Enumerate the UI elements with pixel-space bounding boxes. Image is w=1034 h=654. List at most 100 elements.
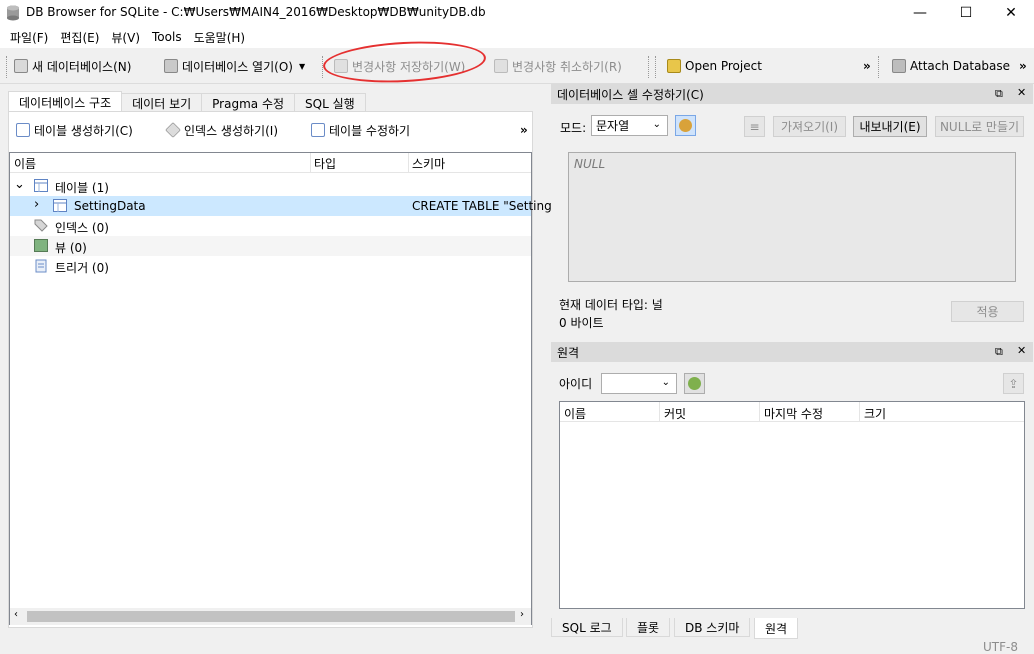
cell-size-text: 0 바이트	[559, 316, 604, 330]
column-header-type[interactable]: 타입	[314, 155, 336, 172]
column-divider	[859, 402, 860, 422]
column-header-size[interactable]: 크기	[864, 405, 886, 422]
create-index-label: 인덱스 생성하기(I)	[184, 123, 278, 138]
minimize-button[interactable]: —	[897, 0, 943, 26]
tab-plot[interactable]: 플롯	[626, 618, 671, 637]
column-header-name[interactable]: 이름	[14, 155, 36, 172]
open-project-label: Open Project	[685, 59, 762, 73]
identity-select[interactable]: ⌄	[601, 373, 677, 394]
tab-remote[interactable]: 원격	[754, 618, 799, 639]
column-header-name[interactable]: 이름	[564, 405, 586, 422]
import-button[interactable]: 가져오기(I)	[773, 116, 846, 137]
database-app-icon	[7, 5, 19, 21]
tree-row-triggers[interactable]: 트리거 (0)	[10, 256, 531, 276]
toolbar-separator	[878, 56, 879, 78]
tree-item-label: SettingData	[74, 199, 146, 213]
scroll-thumb[interactable]	[27, 611, 515, 622]
gear-icon	[688, 377, 701, 390]
identity-label: 아이디	[559, 377, 593, 391]
tab-edit-pragmas[interactable]: Pragma 수정	[201, 93, 296, 113]
tree-header: 이름 타입 스키마	[10, 153, 531, 173]
collapse-chevron-icon[interactable]: ⌄	[14, 177, 25, 192]
apply-button[interactable]: 적용	[951, 301, 1024, 322]
column-divider	[310, 153, 311, 173]
tree-row-views[interactable]: 뷰 (0)	[10, 236, 531, 256]
table-icon	[34, 179, 48, 195]
open-database-button[interactable]: 데이터베이스 열기(O) ▼	[164, 56, 305, 76]
attach-database-button[interactable]: Attach Database	[892, 56, 1010, 76]
tree-item-label: 테이블 (1)	[55, 181, 109, 195]
tree-horizontal-scrollbar[interactable]: ‹ ›	[10, 608, 531, 625]
menu-tools[interactable]: Tools	[146, 30, 188, 44]
remote-file-list[interactable]: 이름 커밋 마지막 수정 크기	[559, 401, 1025, 609]
tree-row-tables[interactable]: ⌄ 테이블 (1)	[10, 176, 531, 196]
tree-row-indexes[interactable]: 인덱스 (0)	[10, 216, 531, 236]
new-database-button[interactable]: 새 데이터베이스(N)	[14, 56, 131, 76]
open-project-button[interactable]: Open Project	[667, 56, 762, 76]
remote-dock-header: 원격 ⧉ ✕	[551, 342, 1033, 362]
menu-file[interactable]: 파일(F)	[4, 29, 54, 46]
export-button[interactable]: 내보내기(E)	[853, 116, 927, 137]
column-header-schema[interactable]: 스키마	[412, 155, 445, 172]
tree-item-label: 인덱스 (0)	[55, 221, 109, 235]
open-database-icon	[164, 59, 178, 73]
identity-settings-button[interactable]	[684, 373, 705, 394]
tab-db-schema[interactable]: DB 스키마	[674, 618, 751, 637]
modify-table-label: 테이블 수정하기	[329, 123, 411, 138]
gear-icon	[679, 119, 692, 132]
tree-row-settingdata[interactable]: › SettingData CREATE TABLE "Setting	[10, 196, 552, 216]
main-tab-bar: 데이터베이스 구조 데이터 보기 Pragma 수정 SQL 실행	[8, 91, 366, 113]
upload-icon: ⇪	[1008, 376, 1019, 391]
toolbar-overflow-button-2[interactable]: »	[1019, 56, 1027, 76]
close-button[interactable]: ✕	[988, 0, 1034, 26]
word-wrap-button[interactable]: ≡	[744, 116, 765, 137]
set-null-button[interactable]: NULL로 만들기	[935, 116, 1024, 137]
push-database-button[interactable]: ⇪	[1003, 373, 1024, 394]
maximize-button[interactable]: ☐	[943, 0, 989, 26]
cell-editor[interactable]: NULL	[568, 152, 1016, 282]
index-tag-icon	[34, 219, 48, 235]
column-header-commit[interactable]: 커밋	[664, 405, 686, 422]
open-database-dropdown-icon[interactable]: ▼	[299, 62, 305, 71]
mode-select[interactable]: 문자열 ⌄	[591, 115, 668, 136]
column-divider	[659, 402, 660, 422]
attach-database-label: Attach Database	[910, 59, 1011, 73]
tree-item-schema: CREATE TABLE "Setting	[412, 199, 552, 213]
menu-help[interactable]: 도움말(H)	[188, 29, 252, 46]
menu-bar: 파일(F) 편집(E) 뷰(V) Tools 도움말(H)	[0, 26, 1034, 48]
tree-item-label: 트리거 (0)	[55, 261, 109, 275]
tab-database-structure[interactable]: 데이터베이스 구조	[8, 91, 123, 113]
revert-changes-button[interactable]: 변경사항 취소하기(R)	[494, 56, 622, 76]
column-header-last-modified[interactable]: 마지막 수정	[764, 405, 823, 422]
column-divider	[408, 153, 409, 173]
scroll-right-arrow-icon[interactable]: ›	[520, 609, 524, 620]
menu-view[interactable]: 뷰(V)	[105, 29, 146, 46]
tab-execute-sql[interactable]: SQL 실행	[294, 93, 366, 113]
scroll-left-arrow-icon[interactable]: ‹	[14, 609, 18, 620]
cell-editor-text: NULL	[574, 157, 606, 171]
table-icon	[53, 199, 67, 215]
undock-icon[interactable]: ⧉	[995, 87, 1003, 101]
toolbar-grip	[655, 56, 656, 78]
structure-overflow-button[interactable]: »	[520, 120, 528, 140]
open-project-icon	[667, 59, 681, 73]
dock-close-icon[interactable]: ✕	[1017, 86, 1026, 99]
tab-sql-log[interactable]: SQL 로그	[551, 618, 623, 637]
auto-switch-mode-button[interactable]	[675, 115, 696, 136]
tab-browse-data[interactable]: 데이터 보기	[121, 93, 203, 113]
schema-tree[interactable]: 이름 타입 스키마 ⌄ 테이블 (1) › SettingData CREATE…	[9, 152, 552, 625]
modify-table-icon	[311, 123, 325, 137]
dock-close-icon[interactable]: ✕	[1017, 344, 1026, 357]
menu-edit[interactable]: 편집(E)	[54, 29, 105, 46]
attach-database-icon	[892, 59, 906, 73]
create-index-button[interactable]: 인덱스 생성하기(I)	[165, 120, 278, 140]
edit-cell-dock-title: 데이터베이스 셀 수정하기(C)	[557, 87, 704, 102]
undock-icon[interactable]: ⧉	[995, 345, 1003, 359]
create-table-button[interactable]: 테이블 생성하기(C)	[16, 120, 133, 140]
create-table-label: 테이블 생성하기(C)	[34, 123, 133, 138]
revert-changes-icon	[494, 59, 508, 73]
expand-chevron-icon[interactable]: ›	[34, 197, 39, 212]
toolbar-overflow-button[interactable]: »	[863, 56, 871, 76]
modify-table-button[interactable]: 테이블 수정하기	[311, 120, 410, 140]
create-table-icon	[16, 123, 30, 137]
